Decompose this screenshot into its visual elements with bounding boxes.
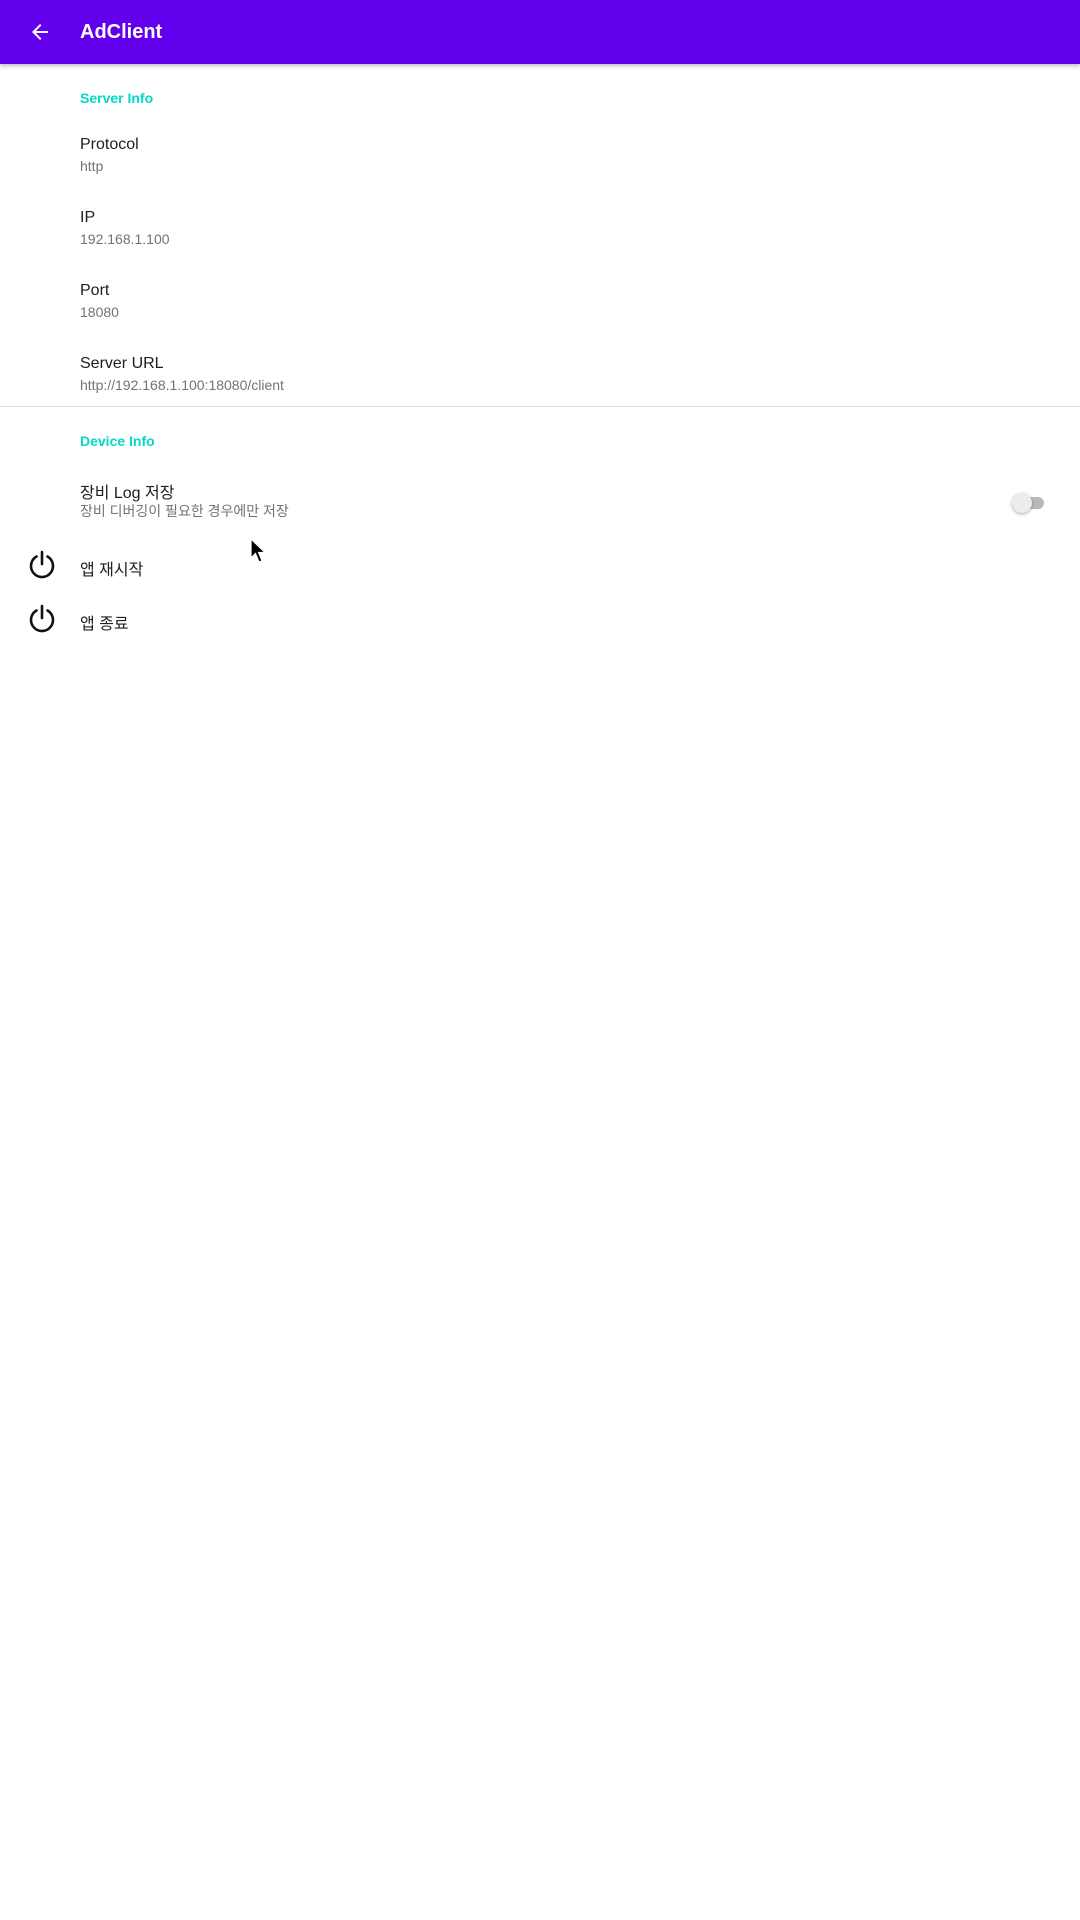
pref-port[interactable]: Port 18080 [0, 268, 1080, 341]
arrow-back-icon [32, 24, 48, 40]
pref-summary: 192.168.1.100 [80, 231, 170, 247]
app-title: AdClient [80, 21, 163, 43]
action-label: 앱 재시작 [80, 562, 144, 579]
pref-ip[interactable]: IP 192.168.1.100 [0, 195, 1080, 268]
pref-title: Server URL [80, 355, 164, 372]
action-restart-app[interactable]: 앱 재시작 [0, 538, 1080, 592]
power-icon [29, 550, 55, 579]
server-info-header: Server Info [80, 90, 154, 106]
pref-title: IP [80, 209, 96, 226]
pref-title: Port [80, 282, 110, 299]
device-info-header: Device Info [80, 433, 155, 449]
pref-summary: http [80, 158, 104, 174]
pref-title: 장비 Log 저장 [80, 485, 175, 502]
mouse-cursor-icon [250, 538, 267, 563]
log-toggle-switch[interactable] [1012, 493, 1044, 513]
pref-device-log[interactable]: 장비 Log 저장 장비 디버깅이 필요한 경우에만 저장 [0, 465, 1080, 538]
switch-thumb [1012, 493, 1032, 513]
action-label: 앱 종료 [80, 616, 129, 633]
power-icon [29, 604, 55, 633]
pref-title: Protocol [80, 136, 139, 153]
pref-summary: http://192.168.1.100:18080/client [80, 377, 284, 393]
back-button[interactable] [16, 8, 64, 56]
app-bar: AdClient [0, 0, 1080, 64]
pref-protocol[interactable]: Protocol http [0, 122, 1080, 195]
section-divider [0, 406, 1080, 407]
pref-summary: 18080 [80, 304, 119, 320]
pref-summary: 장비 디버깅이 필요한 경우에만 저장 [80, 503, 289, 519]
pref-server-url[interactable]: Server URL http://192.168.1.100:18080/cl… [0, 341, 1080, 414]
action-exit-app[interactable]: 앱 종료 [0, 592, 1080, 646]
